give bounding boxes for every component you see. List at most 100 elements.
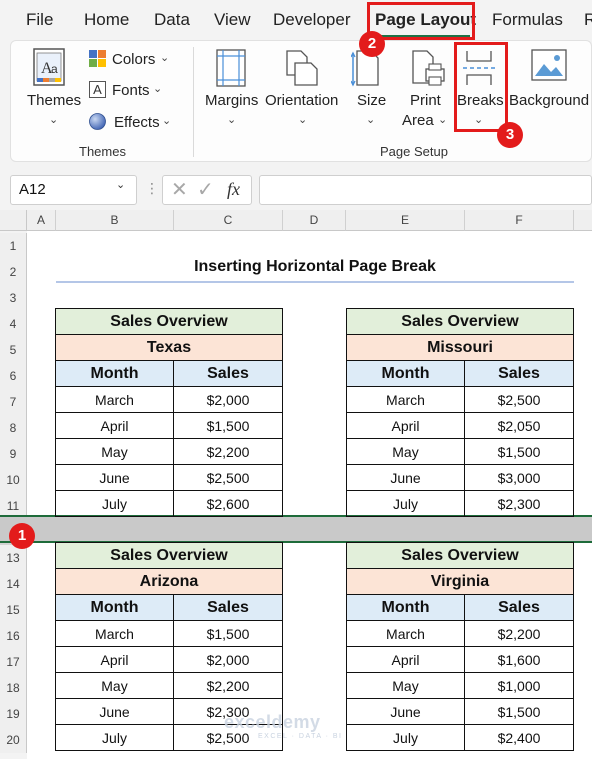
cell-sales[interactable]: $1,500 <box>173 412 283 439</box>
table-header[interactable]: Sales Overview <box>346 542 574 569</box>
row-header[interactable]: 14 <box>0 571 27 597</box>
cell-month[interactable]: March <box>346 386 465 413</box>
cell-month[interactable]: April <box>55 412 174 439</box>
column-header-f[interactable]: F <box>465 210 574 231</box>
row-header[interactable]: 1 <box>0 233 27 259</box>
cell-sales[interactable]: $2,600 <box>173 490 283 517</box>
row-header[interactable]: 7 <box>0 389 27 415</box>
cell-sales[interactable]: $2,000 <box>173 646 283 673</box>
cell-month[interactable]: June <box>55 698 174 725</box>
tab-developer[interactable]: Developer <box>273 10 351 30</box>
cell-sales[interactable]: $2,200 <box>464 620 574 647</box>
cell-sales[interactable]: $3,000 <box>464 464 574 491</box>
column-label-sales[interactable]: Sales <box>173 360 283 387</box>
row-header[interactable]: 6 <box>0 363 27 389</box>
row-header[interactable]: 19 <box>0 701 27 727</box>
cell-month[interactable]: April <box>346 646 465 673</box>
column-label-sales[interactable]: Sales <box>464 360 574 387</box>
tab-data[interactable]: Data <box>154 10 190 30</box>
formula-input[interactable] <box>259 175 592 205</box>
cell-sales[interactable]: $1,500 <box>464 438 574 465</box>
cell-month[interactable]: July <box>346 490 465 517</box>
row-header[interactable]: 8 <box>0 415 27 441</box>
name-box-chevron-down-icon[interactable]: ⌄ <box>116 178 125 191</box>
table-state[interactable]: Texas <box>55 334 283 361</box>
tab-formulas[interactable]: Formulas <box>492 10 563 30</box>
row-header[interactable]: 4 <box>0 311 27 337</box>
cell-sales[interactable]: $2,300 <box>464 490 574 517</box>
cell-month[interactable]: March <box>55 386 174 413</box>
colors-chevron-down-icon[interactable]: ⌄ <box>160 51 169 64</box>
row-header[interactable]: 5 <box>0 337 27 363</box>
column-label-month[interactable]: Month <box>346 360 465 387</box>
colors-button[interactable]: Colors <box>112 51 155 68</box>
effects-chevron-down-icon[interactable]: ⌄ <box>162 114 171 127</box>
themes-chevron-down-icon[interactable]: ⌄ <box>49 113 58 126</box>
themes-button[interactable]: Themes <box>27 92 81 109</box>
column-header-d[interactable]: D <box>283 210 346 231</box>
print-area-button-line1[interactable]: Print <box>410 92 441 109</box>
margins-button[interactable]: Margins <box>205 92 258 109</box>
cell-sales[interactable]: $1,500 <box>173 620 283 647</box>
enter-icon[interactable]: ✓ <box>197 177 214 202</box>
background-button[interactable]: Background <box>509 92 589 109</box>
tab-review[interactable]: R <box>584 10 592 30</box>
table-state[interactable]: Arizona <box>55 568 283 595</box>
column-label-month[interactable]: Month <box>55 594 174 621</box>
cell-month[interactable]: April <box>55 646 174 673</box>
row-header[interactable]: 17 <box>0 649 27 675</box>
cell-sales[interactable]: $2,000 <box>173 386 283 413</box>
orientation-chevron-down-icon[interactable]: ⌄ <box>298 113 307 126</box>
cell-month[interactable]: May <box>346 672 465 699</box>
size-button[interactable]: Size <box>357 92 386 109</box>
table-header[interactable]: Sales Overview <box>55 542 283 569</box>
margins-chevron-down-icon[interactable]: ⌄ <box>227 113 236 126</box>
cell-month[interactable]: June <box>346 464 465 491</box>
cell-sales[interactable]: $1,000 <box>464 672 574 699</box>
cell-month[interactable]: May <box>55 672 174 699</box>
tab-view[interactable]: View <box>214 10 251 30</box>
column-label-sales[interactable]: Sales <box>173 594 283 621</box>
fonts-button[interactable]: Fonts <box>112 82 150 99</box>
tab-home[interactable]: Home <box>84 10 129 30</box>
row-header[interactable]: 10 <box>0 467 27 493</box>
column-header-g[interactable] <box>574 210 592 231</box>
cell-month[interactable]: July <box>346 724 465 751</box>
row-header[interactable]: 9 <box>0 441 27 467</box>
print-area-chevron-down-icon[interactable]: ⌄ <box>438 113 447 126</box>
select-all-button[interactable] <box>0 210 27 231</box>
size-chevron-down-icon[interactable]: ⌄ <box>366 113 375 126</box>
row-header[interactable]: 20 <box>0 727 27 753</box>
column-header-a[interactable]: A <box>27 210 56 231</box>
column-label-sales[interactable]: Sales <box>464 594 574 621</box>
cell-month[interactable]: July <box>55 490 174 517</box>
cell-sales[interactable]: $2,200 <box>173 438 283 465</box>
cell-month[interactable]: June <box>55 464 174 491</box>
cell-sales[interactable]: $2,500 <box>173 464 283 491</box>
cell-month[interactable]: May <box>346 438 465 465</box>
selected-row-12[interactable] <box>0 516 592 542</box>
cell-month[interactable]: July <box>55 724 174 751</box>
formula-bar-handle-icon[interactable]: ⋮ <box>145 180 159 197</box>
column-label-month[interactable]: Month <box>55 360 174 387</box>
row-header[interactable]: 18 <box>0 675 27 701</box>
cell-month[interactable]: March <box>346 620 465 647</box>
cell-month[interactable]: June <box>346 698 465 725</box>
tab-file[interactable]: File <box>26 10 53 30</box>
fonts-chevron-down-icon[interactable]: ⌄ <box>153 82 162 95</box>
cell-month[interactable]: May <box>55 438 174 465</box>
column-label-month[interactable]: Month <box>346 594 465 621</box>
row-header[interactable]: 3 <box>0 285 27 311</box>
cell-sales[interactable]: $2,400 <box>464 724 574 751</box>
print-area-button-line2[interactable]: Area <box>402 112 434 129</box>
column-header-b[interactable]: B <box>56 210 174 231</box>
effects-button[interactable]: Effects <box>114 114 160 131</box>
cell-month[interactable]: April <box>346 412 465 439</box>
cell-sales[interactable]: $1,600 <box>464 646 574 673</box>
cell-sales[interactable]: $2,200 <box>173 672 283 699</box>
orientation-button[interactable]: Orientation <box>265 92 338 109</box>
table-state[interactable]: Virginia <box>346 568 574 595</box>
column-header-e[interactable]: E <box>346 210 465 231</box>
cancel-icon[interactable]: ✕ <box>171 177 188 202</box>
column-header-c[interactable]: C <box>174 210 283 231</box>
